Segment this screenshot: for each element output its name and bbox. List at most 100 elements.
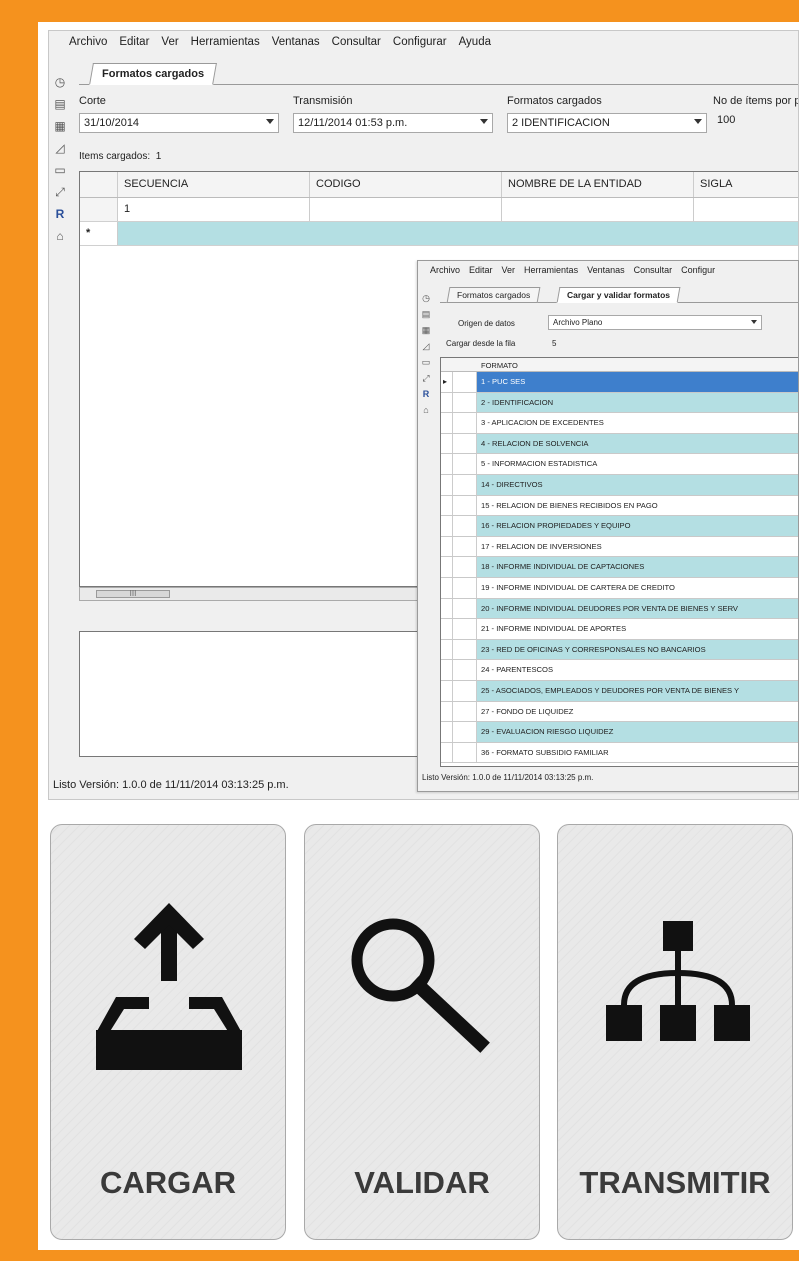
row-selector[interactable] (441, 701, 453, 722)
row-selector[interactable] (441, 516, 453, 536)
row-selector[interactable] (441, 557, 453, 577)
column-header-sigla[interactable]: SIGLA (694, 172, 798, 197)
arrows-icon[interactable]: ⤢ (53, 185, 67, 199)
formato-cell[interactable]: 4 - RELACION DE SOLVENCIA (477, 433, 798, 454)
formato-cell[interactable]: 21 - INFORME INDIVIDUAL DE APORTES (477, 619, 798, 639)
formato-cell[interactable]: 2 - IDENTIFICACION (477, 392, 798, 413)
row-selector[interactable] (441, 660, 453, 680)
menu-ayuda[interactable]: Ayuda (459, 36, 491, 48)
corte-select[interactable]: 31/10/2014 (79, 113, 279, 133)
table-row[interactable]: 24 - PARENTESCOS (441, 660, 798, 681)
row-selector[interactable] (441, 598, 453, 619)
report-icon[interactable]: R (53, 207, 67, 221)
cargar-button[interactable]: CARGAR (50, 824, 286, 1240)
menu-editar[interactable]: Editar (119, 36, 149, 48)
formato-cell[interactable]: 20 - INFORME INDIVIDUAL DEUDORES POR VEN… (477, 598, 798, 619)
document-icon[interactable]: ▤ (421, 309, 431, 319)
table-row[interactable]: 20 - INFORME INDIVIDUAL DEUDORES POR VEN… (441, 598, 798, 620)
overlay-menu-archivo[interactable]: Archivo (430, 265, 460, 275)
cell-codigo[interactable] (310, 198, 502, 221)
stack-icon[interactable]: ▦ (421, 325, 431, 335)
menu-configurar[interactable]: Configurar (393, 36, 447, 48)
row-selector[interactable] (441, 742, 453, 763)
overlay-menu-ventanas[interactable]: Ventanas (587, 265, 625, 275)
row-selector[interactable]: ▸ (441, 372, 453, 392)
row-selector[interactable] (441, 495, 453, 516)
row-selector[interactable] (80, 198, 118, 221)
row-selector[interactable] (441, 722, 453, 742)
table-row[interactable]: 2 - IDENTIFICACION (441, 392, 798, 414)
horizontal-scrollbar[interactable]: III (79, 587, 419, 601)
arrows-icon[interactable]: ⤢ (421, 373, 431, 383)
column-header-secuencia[interactable]: SECUENCIA (118, 172, 310, 197)
table-row[interactable]: 17 - RELACION DE INVERSIONES (441, 536, 798, 558)
overlay-menu-configurar[interactable]: Configur (681, 265, 715, 275)
table-row[interactable]: 15 - RELACION DE BIENES RECIBIDOS EN PAG… (441, 495, 798, 517)
document-icon[interactable]: ▤ (53, 97, 67, 111)
formato-cell[interactable]: 19 - INFORME INDIVIDUAL DE CARTERA DE CR… (477, 578, 798, 598)
row-selector[interactable] (441, 680, 453, 701)
formato-cell[interactable]: 5 - INFORMACION ESTADISTICA (477, 454, 798, 474)
chart-icon[interactable]: ◿ (53, 141, 67, 155)
tab-formatos-cargados[interactable]: Formatos cargados (446, 287, 541, 303)
window-icon[interactable]: ▭ (53, 163, 67, 177)
formato-cell[interactable]: 36 - FORMATO SUBSIDIO FAMILIAR (477, 743, 798, 763)
overlay-menu-ver[interactable]: Ver (502, 265, 516, 275)
formato-cell[interactable]: 27 - FONDO DE LIQUIDEZ (477, 702, 798, 722)
row-selector[interactable] (441, 433, 453, 454)
formato-cell[interactable]: 1 - PUC SES (477, 372, 798, 392)
formato-cell[interactable]: 25 - ASOCIADOS, EMPLEADOS Y DEUDORES POR… (477, 680, 798, 701)
clock-icon[interactable]: ◷ (53, 75, 67, 89)
formato-cell[interactable]: 3 - APLICACION DE EXCEDENTES (477, 413, 798, 433)
table-row[interactable]: 18 - INFORME INDIVIDUAL DE CAPTACIONES (441, 557, 798, 578)
table-row[interactable]: 29 - EVALUACION RIESGO LIQUIDEZ (441, 722, 798, 743)
new-row-cells[interactable] (118, 222, 798, 245)
menu-herramientas[interactable]: Herramientas (191, 36, 260, 48)
formatos-select[interactable]: 2 IDENTIFICACION (507, 113, 707, 133)
row-selector[interactable] (441, 536, 453, 557)
row-selector[interactable] (441, 639, 453, 660)
row-selector[interactable] (441, 413, 453, 433)
menu-consultar[interactable]: Consultar (332, 36, 381, 48)
formato-cell[interactable]: 14 - DIRECTIVOS (477, 474, 798, 495)
new-row[interactable]: * (80, 222, 798, 246)
row-selector[interactable] (441, 392, 453, 413)
cell-nombre[interactable] (502, 198, 694, 221)
cargar-desde-input[interactable]: 5 (552, 339, 556, 348)
overlay-menu-consultar[interactable]: Consultar (634, 265, 673, 275)
table-row[interactable]: 23 - RED DE OFICINAS Y CORRESPONSALES NO… (441, 639, 798, 661)
lock-icon[interactable]: ⌂ (53, 229, 67, 243)
transmitir-button[interactable]: TRANSMITIR (557, 824, 793, 1240)
table-row[interactable]: 21 - INFORME INDIVIDUAL DE APORTES (441, 619, 798, 640)
menu-ver[interactable]: Ver (161, 36, 178, 48)
formato-cell[interactable]: 23 - RED DE OFICINAS Y CORRESPONSALES NO… (477, 639, 798, 660)
table-row[interactable]: 4 - RELACION DE SOLVENCIA (441, 433, 798, 455)
tab-cargar-validar[interactable]: Cargar y validar formatos (556, 287, 681, 303)
row-selector[interactable] (441, 474, 453, 495)
table-row[interactable]: 19 - INFORME INDIVIDUAL DE CARTERA DE CR… (441, 577, 798, 599)
chart-icon[interactable]: ◿ (421, 341, 431, 351)
lock-icon[interactable]: ⌂ (421, 405, 431, 415)
items-por-pagina-input[interactable]: 100 (713, 111, 793, 131)
menu-archivo[interactable]: Archivo (69, 36, 107, 48)
table-row[interactable]: 14 - DIRECTIVOS (441, 474, 798, 496)
scrollbar-thumb[interactable]: III (96, 590, 170, 598)
formato-cell[interactable]: 15 - RELACION DE BIENES RECIBIDOS EN PAG… (477, 496, 798, 516)
menu-ventanas[interactable]: Ventanas (272, 36, 320, 48)
tab-formatos-cargados[interactable]: Formatos cargados (89, 63, 218, 85)
overlay-menu-editar[interactable]: Editar (469, 265, 493, 275)
table-row[interactable]: 36 - FORMATO SUBSIDIO FAMILIAR (441, 742, 798, 764)
column-header-formato[interactable]: FORMATO (481, 361, 518, 370)
column-header-nombre[interactable]: NOMBRE DE LA ENTIDAD (502, 172, 694, 197)
table-row[interactable]: 27 - FONDO DE LIQUIDEZ (441, 701, 798, 723)
transmision-select[interactable]: 12/11/2014 01:53 p.m. (293, 113, 493, 133)
formato-cell[interactable]: 24 - PARENTESCOS (477, 660, 798, 680)
validar-button[interactable]: VALIDAR (304, 824, 540, 1240)
formato-cell[interactable]: 29 - EVALUACION RIESGO LIQUIDEZ (477, 722, 798, 742)
formato-cell[interactable]: 16 - RELACION PROPIEDADES Y EQUIPO (477, 516, 798, 536)
clock-icon[interactable]: ◷ (421, 293, 431, 303)
row-selector[interactable] (441, 619, 453, 639)
report-icon[interactable]: R (421, 389, 431, 399)
formato-cell[interactable]: 17 - RELACION DE INVERSIONES (477, 537, 798, 557)
table-row[interactable]: ▸ 1 - PUC SES (441, 372, 798, 393)
